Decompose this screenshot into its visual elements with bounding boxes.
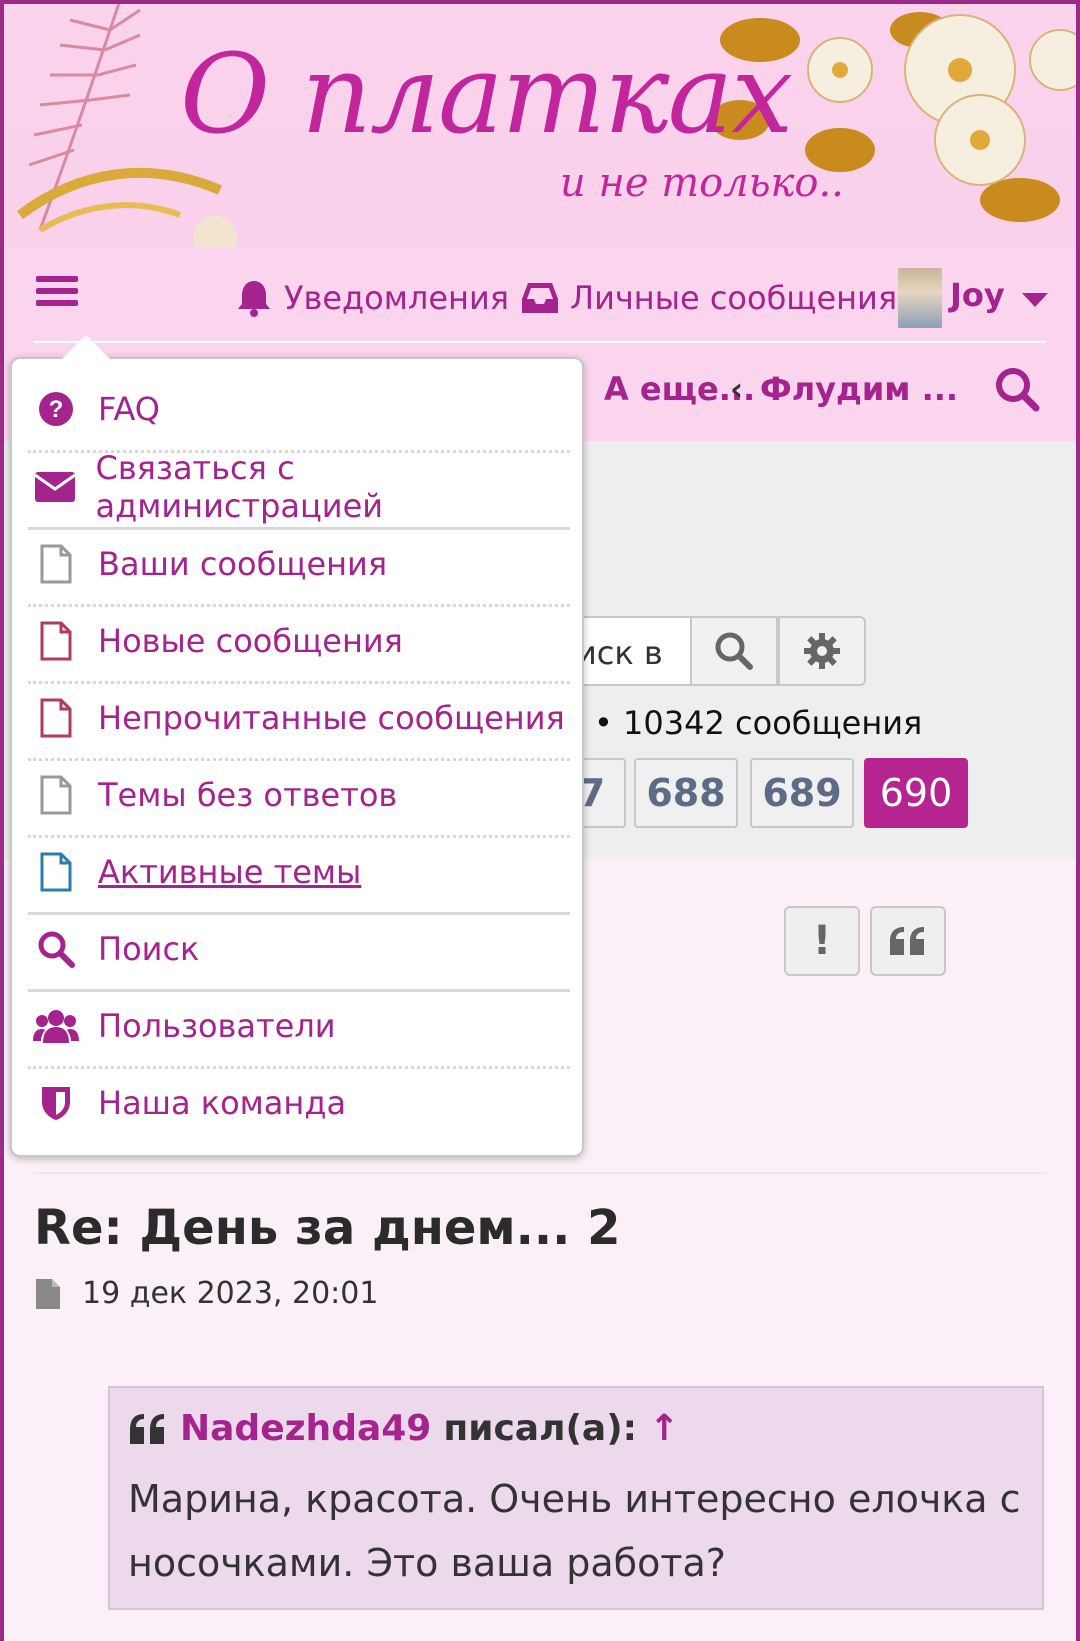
exclamation-icon: !	[812, 918, 832, 964]
post-meta: 19 дек 2023, 20:01	[34, 1276, 378, 1311]
username[interactable]: Joy	[950, 276, 1005, 314]
shield-icon	[42, 1087, 70, 1120]
menu-item-new-posts[interactable]: Новые сообщения	[28, 603, 570, 679]
dropdown-pointer	[62, 335, 110, 359]
menu-item-label: FAQ	[98, 390, 160, 428]
file-icon	[40, 544, 72, 584]
menu-item-label: Ваши сообщения	[98, 545, 388, 583]
breadcrumb-separator-icon: ‹	[730, 370, 744, 408]
avatar[interactable]	[898, 268, 942, 328]
quote-wrote-label: писал(а):	[443, 1408, 638, 1449]
menu-item-unanswered-topics[interactable]: Темы без ответов	[28, 757, 570, 833]
svg-text:?: ?	[49, 396, 64, 423]
menu-item-your-posts[interactable]: Ваши сообщения	[28, 526, 570, 602]
quote-icon	[890, 927, 924, 955]
menu-item-members[interactable]: Пользователи	[28, 988, 570, 1064]
site-banner[interactable]: О платках и не только..	[0, 0, 1080, 248]
bell-icon	[238, 281, 270, 317]
menu-item-label: Активные темы	[98, 853, 362, 891]
file-icon	[40, 852, 72, 892]
question-circle-icon: ?	[39, 392, 73, 426]
menu-item-label: Поиск	[98, 930, 200, 968]
hamburger-menu-button[interactable]	[36, 276, 78, 312]
search-icon	[38, 931, 75, 968]
menu-item-label: Наша команда	[98, 1084, 347, 1122]
quote-author-link[interactable]: Nadezhda49	[180, 1408, 431, 1449]
users-icon	[33, 1010, 79, 1043]
messages-label: Личные сообщения	[570, 279, 898, 317]
file-icon	[40, 698, 72, 738]
menu-item-label: Связаться с администрацией	[95, 449, 384, 525]
breadcrumb-item-2[interactable]: Флудим ...	[760, 370, 958, 408]
menu-item-unread-posts[interactable]: Непрочитанные сообщения	[28, 680, 570, 756]
file-icon	[40, 621, 72, 661]
main-menu-dropdown: ? FAQ Связаться с администрацией Ваши со…	[10, 335, 584, 1157]
post-date: 19 дек 2023, 20:01	[82, 1276, 379, 1311]
envelope-icon	[33, 472, 76, 502]
menu-item-label: Новые сообщения	[98, 622, 403, 660]
topic-search-button[interactable]	[690, 616, 778, 686]
notifications-link[interactable]: Уведомления	[234, 276, 509, 320]
menu-item-active-topics[interactable]: Активные темы	[28, 834, 570, 910]
page-link[interactable]: 688	[634, 758, 738, 828]
site-title[interactable]: О платках	[180, 30, 793, 158]
quote-text: Марина, красота. Очень интересно елочка …	[128, 1477, 1021, 1585]
gear-icon	[804, 633, 840, 669]
inbox-icon	[522, 283, 558, 313]
quote-icon	[130, 1413, 164, 1444]
chevron-down-icon[interactable]	[1022, 293, 1048, 307]
quote-block: Nadezhda49 писал(а): ↑ Марина, красота. …	[108, 1386, 1044, 1610]
report-post-button[interactable]: !	[784, 906, 860, 976]
site-subtitle: и не только..	[560, 160, 844, 206]
menu-item-label: Пользователи	[98, 1007, 336, 1045]
search-icon[interactable]	[994, 366, 1040, 412]
post-title[interactable]: Re: День за днем... 2	[34, 1200, 620, 1256]
search-icon	[715, 632, 753, 670]
post-separator	[34, 1172, 1046, 1174]
private-messages-link[interactable]: Личные сообщения	[520, 276, 897, 320]
file-icon	[40, 775, 72, 815]
page-link[interactable]: 689	[750, 758, 854, 828]
menu-item-contact-admin[interactable]: Связаться с администрацией	[28, 449, 570, 525]
page-current[interactable]: 690	[864, 758, 968, 828]
menu-item-search[interactable]: Поиск	[28, 911, 570, 987]
arrow-up-icon[interactable]: ↑	[649, 1408, 679, 1449]
quote-post-button[interactable]	[870, 906, 946, 976]
nav-divider	[34, 341, 1046, 343]
menu-item-label: Темы без ответов	[98, 776, 398, 814]
topic-stats: • 10342 сообщения	[594, 704, 923, 742]
advanced-search-button[interactable]	[778, 616, 866, 686]
menu-item-label: Непрочитанные сообщения	[98, 699, 565, 737]
menu-item-team[interactable]: Наша команда	[28, 1065, 570, 1141]
notifications-label: Уведомления	[284, 279, 509, 317]
menu-item-faq[interactable]: ? FAQ	[28, 371, 570, 447]
file-icon	[36, 1278, 60, 1309]
